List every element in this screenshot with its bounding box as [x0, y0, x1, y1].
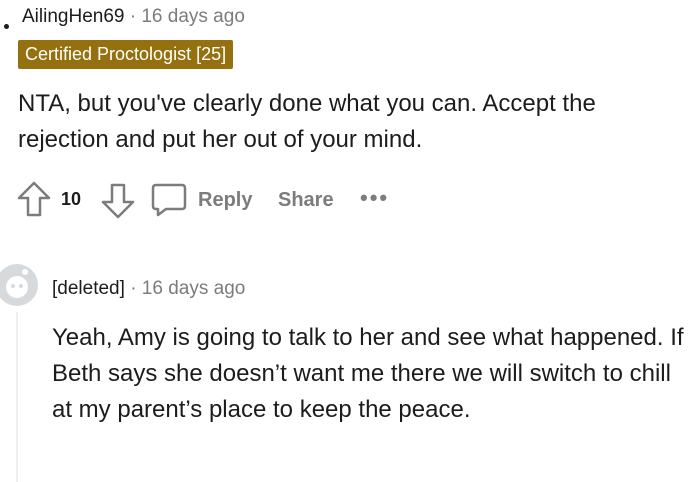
thread-indicator	[4, 24, 9, 29]
default-avatar-icon	[0, 262, 40, 308]
comment-body: Yeah, Amy is going to talk to her and se…	[52, 324, 684, 423]
arrow-down-icon	[101, 183, 135, 219]
arrow-up-icon	[17, 181, 51, 217]
user-flair: Certified Proctologist [25]	[18, 40, 234, 69]
more-options-button[interactable]: •••	[360, 187, 389, 209]
reply-button[interactable]: Reply	[150, 182, 290, 220]
username-link[interactable]: AilingHen69	[22, 6, 124, 27]
thread-line[interactable]	[16, 312, 18, 482]
speech-bubble-icon	[151, 183, 187, 217]
comment-meta: AilingHen69 · 16 days ago	[22, 6, 245, 28]
timestamp[interactable]: 16 days ago	[141, 6, 245, 27]
downvote-button[interactable]	[100, 180, 136, 220]
meta-separator: ·	[129, 6, 137, 27]
comment-action-bar: 10 Reply Share •••	[0, 180, 700, 222]
comment-meta: [deleted] · 16 days ago	[52, 278, 245, 300]
vote-count: 10	[61, 189, 82, 209]
username-deleted: [deleted]	[52, 278, 125, 299]
upvote-button[interactable]	[16, 180, 52, 220]
reply-label: Reply	[198, 189, 253, 211]
comment-body: NTA, but you've clearly done what you ca…	[18, 90, 596, 153]
share-button[interactable]: Share	[278, 189, 334, 212]
meta-separator: ·	[130, 278, 137, 299]
timestamp[interactable]: 16 days ago	[142, 278, 246, 299]
